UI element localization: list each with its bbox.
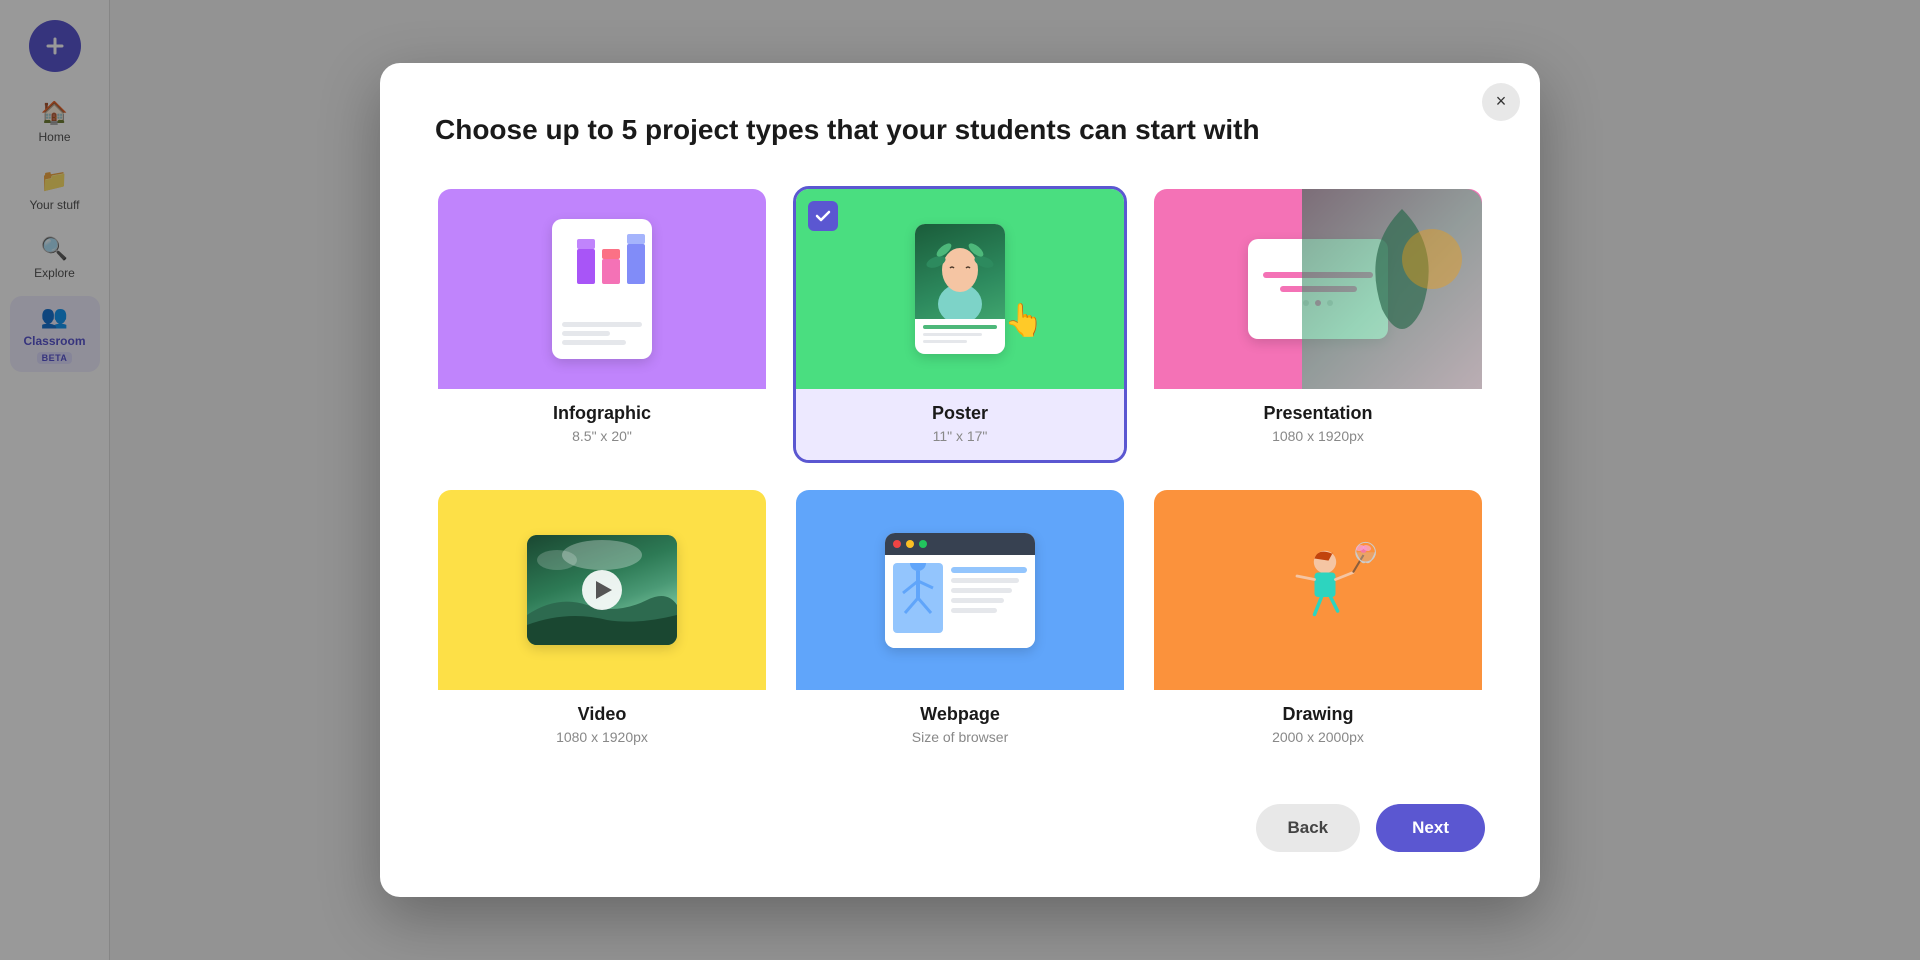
infographic-size: 8.5" x 20" xyxy=(454,428,750,444)
webpage-text-lines xyxy=(951,563,1027,640)
dot-yellow xyxy=(906,540,914,548)
poster-info: Poster 11" x 17" xyxy=(796,389,1124,460)
poster-preview: 👆 xyxy=(796,189,1124,389)
video-size: 1080 x 1920px xyxy=(454,729,750,745)
webpage-thumbnail xyxy=(796,490,1124,690)
project-type-grid: Infographic 8.5" x 20" xyxy=(435,186,1485,764)
drawing-size: 2000 x 2000px xyxy=(1170,729,1466,745)
infographic-thumbnail xyxy=(438,189,766,389)
infographic-info: Infographic 8.5" x 20" xyxy=(438,389,766,460)
webpage-character xyxy=(893,563,943,633)
drawing-scene xyxy=(1248,510,1388,670)
poster-check-badge xyxy=(808,201,838,231)
poster-size: 11" x 17" xyxy=(812,428,1108,444)
poster-face xyxy=(926,232,994,332)
webpage-titlebar xyxy=(885,533,1035,555)
next-button[interactable]: Next xyxy=(1376,804,1485,852)
cursor-pointer: 👆 xyxy=(1004,301,1044,339)
close-icon: × xyxy=(1496,91,1507,112)
poster-card-lines xyxy=(915,319,1005,354)
webpage-line-4 xyxy=(951,598,1004,603)
webpage-preview xyxy=(885,533,1035,648)
drawing-preview xyxy=(1248,530,1388,650)
project-card-webpage[interactable]: Webpage Size of browser xyxy=(793,487,1127,764)
presentation-name: Presentation xyxy=(1170,403,1466,424)
video-info: Video 1080 x 1920px xyxy=(438,690,766,761)
video-name: Video xyxy=(454,704,750,725)
webpage-info: Webpage Size of browser xyxy=(796,690,1124,761)
project-card-presentation[interactable]: Presentation 1080 x 1920px xyxy=(1151,186,1485,463)
infographic-lines xyxy=(562,322,642,349)
poster-card-preview xyxy=(915,224,1005,354)
project-card-drawing[interactable]: Drawing 2000 x 2000px xyxy=(1151,487,1485,764)
webpage-body xyxy=(885,555,1035,648)
project-card-poster[interactable]: 👆 Poster 11" x 17" xyxy=(793,186,1127,463)
modal-close-button[interactable]: × xyxy=(1482,83,1520,121)
video-preview xyxy=(527,535,677,645)
pres-bg-image xyxy=(1302,189,1482,389)
poster-name: Poster xyxy=(812,403,1108,424)
drawing-name: Drawing xyxy=(1170,704,1466,725)
play-triangle-icon xyxy=(596,581,612,599)
webpage-size: Size of browser xyxy=(812,729,1108,745)
webpage-line-3 xyxy=(951,588,1012,593)
presentation-thumbnail xyxy=(1154,189,1482,389)
dot-green xyxy=(919,540,927,548)
infographic-preview xyxy=(552,219,652,359)
webpage-name: Webpage xyxy=(812,704,1108,725)
project-card-infographic[interactable]: Infographic 8.5" x 20" xyxy=(435,186,769,463)
dot-red xyxy=(893,540,901,548)
modal-footer: Back Next xyxy=(435,804,1485,852)
poster-thumbnail: 👆 xyxy=(796,189,1124,389)
webpage-line-1 xyxy=(951,567,1027,573)
project-type-modal: × Choose up to 5 project types that your… xyxy=(380,63,1540,898)
webpage-line-2 xyxy=(951,578,1019,583)
presentation-info: Presentation 1080 x 1920px xyxy=(1154,389,1482,460)
presentation-size: 1080 x 1920px xyxy=(1170,428,1466,444)
project-card-video[interactable]: Video 1080 x 1920px xyxy=(435,487,769,764)
webpage-line-5 xyxy=(951,608,997,613)
webpage-figure xyxy=(893,563,943,633)
modal-title: Choose up to 5 project types that your s… xyxy=(435,113,1485,147)
video-thumbnail xyxy=(438,490,766,690)
drawing-info: Drawing 2000 x 2000px xyxy=(1154,690,1482,761)
drawing-thumbnail xyxy=(1154,490,1482,690)
back-button[interactable]: Back xyxy=(1256,804,1361,852)
modal-overlay: × Choose up to 5 project types that your… xyxy=(0,0,1920,960)
infographic-3d-chart xyxy=(572,229,632,279)
infographic-name: Infographic xyxy=(454,403,750,424)
